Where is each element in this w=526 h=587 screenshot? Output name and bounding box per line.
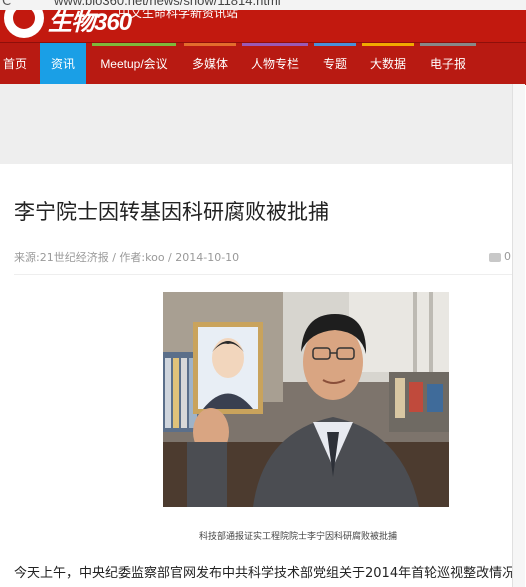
nav-accent-bar xyxy=(314,43,356,46)
site-tagline: 中文生命科学新资讯站 xyxy=(118,10,239,20)
nav-item-label: 专题 xyxy=(322,57,347,71)
url-field[interactable]: www.bio360.net/news/show/11814.html xyxy=(54,0,281,8)
nav-item-label: 大数据 xyxy=(369,57,406,71)
nav-item-label: 首页 xyxy=(3,57,28,71)
article-body-paragraph: 今天上午，中央纪委监察部官网发布中共科学技术部党组关于2014年首轮巡视整改情况 xyxy=(14,566,512,581)
nav-item-label: 多媒体 xyxy=(191,57,228,71)
nav-accent-bar xyxy=(92,43,176,46)
nav-accent-bar xyxy=(242,43,308,46)
nav-item-topics[interactable]: 专题 xyxy=(314,43,356,85)
nav-item-people[interactable]: 人物专栏 xyxy=(242,43,308,85)
scrollbar[interactable] xyxy=(512,84,525,587)
article-photo xyxy=(163,292,449,507)
divider xyxy=(14,274,512,275)
nav-accent-bar xyxy=(362,43,414,46)
reload-icon[interactable]: C xyxy=(2,0,11,9)
nav-item-label: 资讯 xyxy=(50,57,75,71)
nav-item-label: 电子报 xyxy=(429,57,466,71)
main-nav: 首页 资讯 Meetup/会议 多媒体 人物专栏 专题 大数据 电子报 xyxy=(0,42,526,85)
nav-item-bigdata[interactable]: 大数据 xyxy=(362,43,414,85)
comment-icon xyxy=(489,252,501,262)
nav-item-meetup[interactable]: Meetup/会议 xyxy=(92,43,176,85)
nav-item-label: 人物专栏 xyxy=(250,57,299,71)
nav-accent-bar xyxy=(184,43,236,46)
nav-item-home[interactable]: 首页 xyxy=(0,43,35,85)
nav-item-news[interactable]: 资讯 xyxy=(40,43,86,85)
site-header: 生物360 中文生命科学新资讯站 xyxy=(0,10,526,42)
site-logo-icon[interactable] xyxy=(4,10,44,38)
comment-count-value: 0 xyxy=(504,250,511,263)
nav-accent-bar xyxy=(420,43,476,46)
nav-item-epaper[interactable]: 电子报 xyxy=(420,43,476,85)
article-title: 李宁院士因转基因科研腐败被批捕 xyxy=(14,200,329,224)
article-meta: 来源:21世纪经济报 / 作者:koo / 2014-10-10 xyxy=(14,251,240,264)
nav-item-label: Meetup/会议 xyxy=(100,57,168,71)
ad-banner-area xyxy=(0,84,512,164)
comment-count[interactable]: 0 xyxy=(489,250,511,263)
nav-accent-bar xyxy=(0,43,35,46)
nav-item-multimedia[interactable]: 多媒体 xyxy=(184,43,236,85)
photo-caption: 科技部通报证实工程院院士李宁因科研腐败被批捕 xyxy=(199,532,398,542)
